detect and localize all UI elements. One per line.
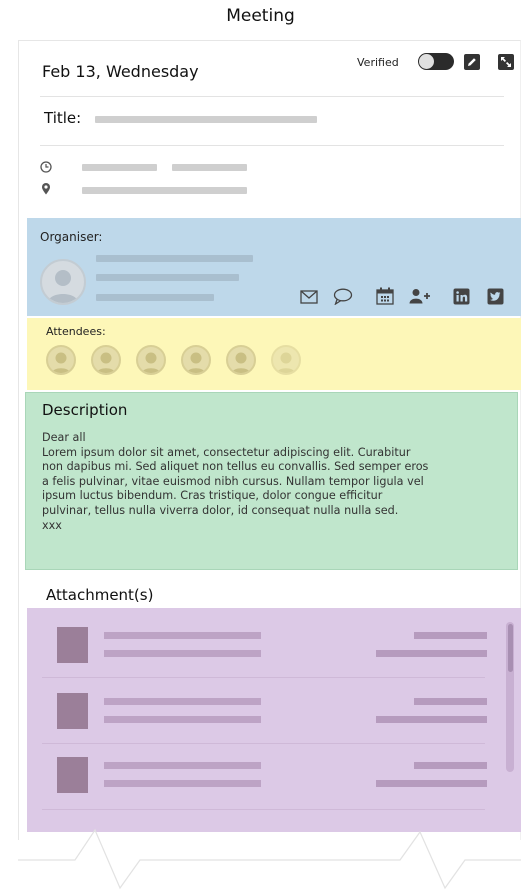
scrollbar-thumb[interactable] [508, 624, 513, 672]
twitter-icon[interactable] [487, 288, 504, 305]
attendee-avatar[interactable] [91, 345, 121, 375]
attachment-name-placeholder[interactable] [104, 762, 261, 769]
verified-toggle[interactable] [418, 53, 454, 70]
chat-icon[interactable] [333, 288, 353, 305]
time-end-placeholder [172, 164, 247, 171]
location-pin-icon [42, 183, 50, 195]
attendee-avatar[interactable] [46, 345, 76, 375]
attachment-meta-placeholder [104, 716, 261, 723]
attachment-size-placeholder [414, 632, 487, 639]
organiser-company-placeholder [96, 294, 214, 301]
attendees-label: Attendees: [46, 325, 106, 338]
description-body[interactable]: Dear all Lorem ipsum dolor sit amet, con… [42, 431, 507, 533]
clock-icon [40, 161, 52, 173]
attachment-date-placeholder [376, 780, 487, 787]
title-placeholder[interactable] [95, 116, 317, 123]
organiser-avatar[interactable] [40, 259, 86, 305]
meeting-date: Feb 13, Wednesday [42, 62, 199, 81]
attendee-avatar[interactable] [136, 345, 166, 375]
organiser-role-placeholder [96, 274, 239, 281]
file-icon[interactable] [57, 757, 88, 793]
attachment-date-placeholder [376, 650, 487, 657]
organiser-label: Organiser: [40, 230, 103, 244]
time-start-placeholder [82, 164, 157, 171]
add-contact-icon[interactable] [409, 288, 431, 304]
attachments-title: Attachment(s) [46, 586, 154, 604]
organiser-name-placeholder [96, 255, 253, 262]
screen-title: Meeting [226, 6, 295, 26]
attendee-avatar[interactable] [271, 345, 301, 375]
torn-edge [18, 828, 521, 890]
row-divider [42, 809, 485, 810]
attendee-avatar[interactable] [226, 345, 256, 375]
file-icon[interactable] [57, 627, 88, 663]
linkedin-icon[interactable] [453, 288, 470, 305]
toggle-knob [419, 54, 434, 69]
attachment-name-placeholder[interactable] [104, 632, 261, 639]
attachment-date-placeholder [376, 716, 487, 723]
attachment-name-placeholder[interactable] [104, 698, 261, 705]
attachment-meta-placeholder [104, 780, 261, 787]
row-divider [42, 743, 485, 744]
row-divider [42, 677, 485, 678]
divider [40, 145, 504, 146]
title-label: Title: [44, 109, 82, 127]
location-placeholder [82, 187, 247, 194]
attachment-size-placeholder [414, 762, 487, 769]
mail-icon[interactable] [300, 290, 318, 304]
description-title: Description [42, 401, 128, 419]
calendar-icon[interactable] [376, 287, 394, 305]
verified-label: Verified [357, 56, 399, 69]
meeting-screen: Meeting Feb 13, Wednesday Verified Title… [0, 0, 521, 890]
file-icon[interactable] [57, 693, 88, 729]
divider [40, 96, 504, 97]
expand-icon[interactable] [497, 53, 515, 71]
attachment-meta-placeholder [104, 650, 261, 657]
attachment-size-placeholder [414, 698, 487, 705]
edit-icon[interactable] [463, 53, 481, 71]
attendee-avatar[interactable] [181, 345, 211, 375]
